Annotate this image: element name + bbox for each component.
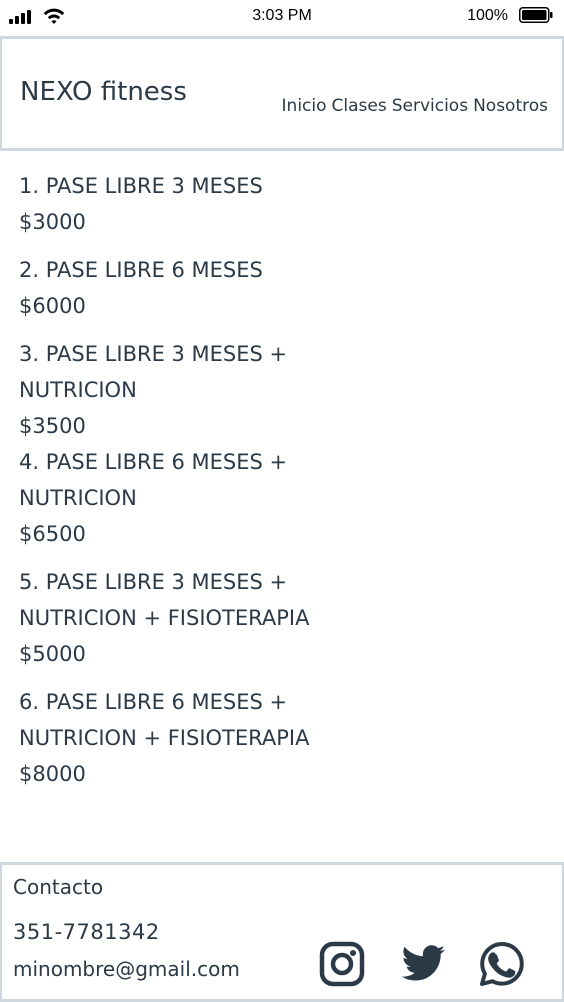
- plan-name-continued: NUTRICION: [19, 486, 137, 510]
- plan-item: 1. PASE LIBRE 3 MESES $3000: [19, 168, 539, 240]
- instagram-icon[interactable]: [318, 940, 366, 988]
- contact-title: Contacto: [13, 875, 104, 899]
- nav-link-inicio[interactable]: Inicio: [282, 96, 327, 116]
- plan-item: 6. PASE LIBRE 6 MESES + NUTRICION + FISI…: [19, 684, 539, 792]
- plan-name-continued: NUTRICION + FISIOTERAPIA: [19, 726, 310, 750]
- plan-name: 1. PASE LIBRE 3 MESES: [19, 174, 263, 198]
- plan-price: $6500: [19, 522, 86, 546]
- plan-item: 4. PASE LIBRE 6 MESES + NUTRICION $6500: [19, 444, 539, 552]
- plan-name: 2. PASE LIBRE 6 MESES: [19, 258, 263, 282]
- plan-price: $3500: [19, 414, 86, 438]
- site-header: NEXO fitness Inicio Clases Servicios Nos…: [0, 36, 564, 151]
- nav-link-nosotros[interactable]: Nosotros: [473, 96, 548, 116]
- plan-name: 6. PASE LIBRE 6 MESES +: [19, 690, 288, 714]
- plan-price: $3000: [19, 210, 86, 234]
- contact-email[interactable]: minombre@gmail.com: [13, 957, 240, 981]
- plan-item: 5. PASE LIBRE 3 MESES + NUTRICION + FISI…: [19, 564, 539, 672]
- main-nav: Inicio Clases Servicios Nosotros: [282, 96, 548, 116]
- battery-icon: [519, 7, 553, 23]
- plan-price: $8000: [19, 762, 86, 786]
- contact-footer: Contacto 351-7781342 minombre@gmail.com: [0, 862, 564, 1002]
- plan-item: 3. PASE LIBRE 3 MESES + NUTRICION $3500: [19, 336, 539, 444]
- nav-link-servicios[interactable]: Servicios: [392, 96, 468, 116]
- plan-item: 2. PASE LIBRE 6 MESES $6000: [19, 252, 539, 324]
- plan-name: 4. PASE LIBRE 6 MESES +: [19, 450, 288, 474]
- plan-name: 5. PASE LIBRE 3 MESES +: [19, 570, 288, 594]
- nav-link-clases[interactable]: Clases: [332, 96, 387, 116]
- plan-name-continued: NUTRICION: [19, 378, 137, 402]
- plan-price: $6000: [19, 294, 86, 318]
- twitter-icon[interactable]: [399, 940, 447, 988]
- battery-percentage: 100%: [467, 7, 508, 24]
- plans-list: 1. PASE LIBRE 3 MESES $3000 2. PASE LIBR…: [19, 168, 539, 804]
- brand-title[interactable]: NEXO fitness: [20, 77, 187, 107]
- whatsapp-icon[interactable]: [478, 940, 526, 988]
- plan-price: $5000: [19, 642, 86, 666]
- plan-name-continued: NUTRICION + FISIOTERAPIA: [19, 606, 310, 630]
- contact-phone[interactable]: 351-7781342: [13, 920, 160, 944]
- status-bar: 3:03 PM 100%: [0, 0, 564, 34]
- plan-name: 3. PASE LIBRE 3 MESES +: [19, 342, 288, 366]
